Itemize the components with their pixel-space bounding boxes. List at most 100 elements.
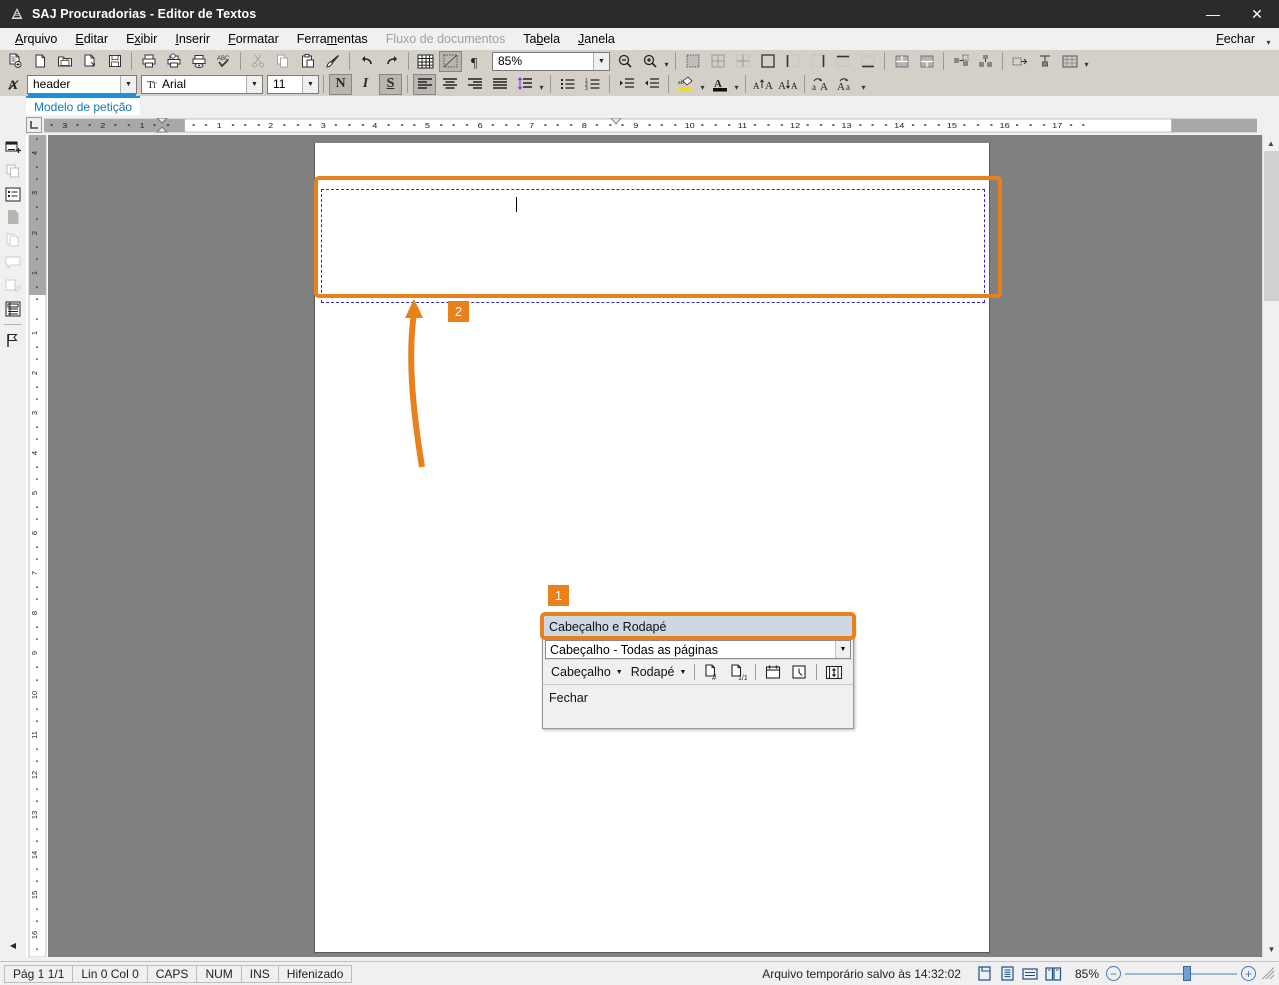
decrease-indent-icon[interactable] (640, 74, 663, 95)
menu-janela[interactable]: Janela (569, 30, 624, 48)
line-spacing-icon[interactable] (513, 74, 536, 95)
scroll-left-icon[interactable]: ◀ (2, 934, 24, 956)
open-model-icon[interactable] (78, 51, 101, 72)
chevron-down-icon[interactable]: ▼ (593, 53, 609, 70)
print-preview-icon[interactable] (162, 51, 185, 72)
show-formatting-marks-icon[interactable]: ¶ (464, 51, 487, 72)
zoom-slider[interactable] (1125, 965, 1237, 983)
redo-icon[interactable] (380, 51, 403, 72)
chevron-down-icon[interactable]: ▾ (859, 74, 868, 95)
tab-left-icon[interactable] (26, 117, 42, 133)
bullet-list-icon[interactable] (556, 74, 579, 95)
page-setup-icon[interactable] (822, 661, 846, 683)
increase-indent-icon[interactable] (615, 74, 638, 95)
zoom-in-button[interactable]: + (1241, 966, 1256, 981)
distribute-rows-icon[interactable] (1033, 51, 1056, 72)
align-center-icon[interactable] (438, 74, 461, 95)
list-fields-icon[interactable] (2, 183, 24, 205)
scroll-up-button[interactable]: ▲ (1263, 135, 1279, 151)
vertical-scrollbar[interactable]: ▲ ▼ (1262, 135, 1279, 957)
table-fill-icon[interactable] (1058, 51, 1081, 72)
split-cells-icon[interactable] (915, 51, 938, 72)
print-setup-icon[interactable] (187, 51, 210, 72)
zoom-slider-thumb[interactable] (1183, 966, 1191, 981)
paste-icon[interactable] (296, 51, 319, 72)
menu-editar[interactable]: Editar (66, 30, 117, 48)
chevron-down-icon[interactable]: ▼ (302, 76, 318, 93)
vertical-ruler[interactable]: 4 3 2 1 1 2 3 4 5 6 7 8 9 10 11 12 13 (26, 135, 48, 957)
format-painter-icon[interactable] (321, 51, 344, 72)
header-menu-button[interactable]: Cabeçalho▼ (547, 663, 627, 681)
insert-field-icon[interactable] (2, 137, 24, 159)
document-canvas[interactable]: 2 Cabeçalho e Rodapé Cabeçalho - Todas a… (48, 135, 1262, 957)
spellcheck-icon[interactable]: ABC (212, 51, 235, 72)
highlight-color-icon[interactable]: ab (674, 74, 697, 95)
insert-page-count-icon[interactable]: 1/1 (726, 661, 750, 683)
chevron-down-icon[interactable]: ▾ (537, 74, 546, 95)
table-autoformat-icon[interactable] (1008, 51, 1031, 72)
print-icon[interactable] (137, 51, 160, 72)
chevron-down-icon[interactable]: ▾ (1264, 29, 1273, 50)
font-size-combo[interactable]: 11 ▼ (267, 75, 319, 94)
chevron-down-icon[interactable]: ▼ (835, 641, 850, 658)
minimize-button[interactable]: — (1191, 0, 1235, 28)
chevron-down-icon[interactable]: ▼ (120, 76, 136, 93)
lowercase-icon[interactable]: Aa (835, 74, 858, 95)
new-document-icon[interactable] (3, 51, 26, 72)
numbered-list-icon[interactable]: 123 (581, 74, 604, 95)
web-view-icon[interactable] (1021, 964, 1040, 983)
paragraph-style-combo[interactable]: header ▼ (27, 75, 137, 94)
left-border-icon[interactable] (781, 51, 804, 72)
menu-formatar[interactable]: Formatar (219, 30, 288, 48)
all-borders-icon[interactable] (706, 51, 729, 72)
align-justify-icon[interactable] (488, 74, 511, 95)
insert-page-number-icon[interactable]: # (700, 661, 724, 683)
zoom-combo[interactable]: 85% ▼ (492, 52, 610, 71)
uppercase-icon[interactable]: aA (810, 74, 833, 95)
normal-view-icon[interactable] (998, 964, 1017, 983)
outside-border-icon[interactable] (756, 51, 779, 72)
scroll-down-button[interactable]: ▼ (1263, 941, 1279, 957)
align-right-icon[interactable] (463, 74, 486, 95)
top-border-icon[interactable] (831, 51, 854, 72)
menu-ferramentas[interactable]: Ferramentas (288, 30, 377, 48)
flag-icon[interactable] (2, 329, 24, 351)
select-all-borders-icon[interactable] (681, 51, 704, 72)
header-scope-combo[interactable]: Cabeçalho - Todas as páginas ▼ (545, 640, 851, 659)
zoom-out-icon[interactable] (613, 51, 636, 72)
print-block-icon[interactable] (2, 298, 24, 320)
resize-grip-icon[interactable] (1262, 967, 1276, 981)
chevron-down-icon[interactable]: ▾ (662, 51, 671, 72)
italic-button[interactable]: I (354, 74, 377, 95)
menu-arquivo[interactable]: Arquivo (6, 30, 66, 48)
chevron-down-icon[interactable]: ▼ (246, 76, 262, 93)
font-family-combo[interactable]: TT Arial ▼ (141, 75, 263, 94)
merge-cells-icon[interactable] (890, 51, 913, 72)
font-color-icon[interactable]: A (708, 74, 731, 95)
dialog-close-button[interactable]: Fechar (543, 685, 853, 711)
right-border-icon[interactable] (806, 51, 829, 72)
insert-row-icon[interactable] (949, 51, 972, 72)
insert-column-icon[interactable] (974, 51, 997, 72)
blank-page-icon[interactable] (28, 51, 51, 72)
scroll-thumb[interactable] (1264, 151, 1279, 301)
decrease-font-icon[interactable]: AA (776, 74, 799, 95)
align-left-icon[interactable] (413, 74, 436, 95)
close-window-button[interactable]: ✕ (1235, 0, 1279, 28)
inside-borders-icon[interactable] (731, 51, 754, 72)
open-folder-icon[interactable] (53, 51, 76, 72)
document-tab[interactable]: Modelo de petição (26, 96, 140, 115)
page-layout-view-icon[interactable] (975, 964, 994, 983)
bottom-border-icon[interactable] (856, 51, 879, 72)
insert-table-icon[interactable] (414, 51, 437, 72)
menu-tabela[interactable]: Tabela (514, 30, 569, 48)
chevron-down-icon[interactable]: ▾ (698, 74, 707, 95)
menu-fechar[interactable]: Fechar (1207, 30, 1264, 48)
two-page-view-icon[interactable] (1044, 964, 1063, 983)
horizontal-ruler[interactable]: 321 123 456 789 101112 131415 1617 (44, 118, 1257, 133)
increase-font-icon[interactable]: AA (751, 74, 774, 95)
insert-date-icon[interactable] (761, 661, 785, 683)
zoom-out-button[interactable]: − (1106, 966, 1121, 981)
footer-menu-button[interactable]: Rodapé▼ (627, 663, 691, 681)
chevron-down-icon[interactable]: ▾ (1082, 51, 1091, 72)
